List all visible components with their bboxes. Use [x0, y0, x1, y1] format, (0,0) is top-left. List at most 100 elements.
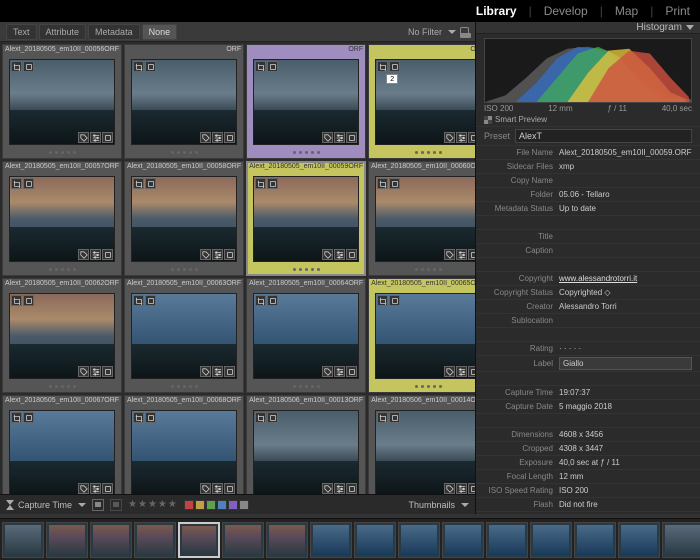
metadata-value[interactable]: Copyrighted ◇ [559, 288, 692, 297]
flag-reject-icon[interactable] [110, 499, 122, 511]
filmstrip-thumb[interactable] [486, 522, 528, 558]
filmstrip-thumb[interactable] [618, 522, 660, 558]
filter-text-button[interactable]: Text [6, 24, 37, 40]
filmstrip-thumb[interactable] [2, 522, 44, 558]
frame-icon [389, 295, 400, 306]
library-filter-bar: Text Attribute Metadata None No Filter [0, 22, 475, 42]
sort-dropdown[interactable]: Capture Time [6, 500, 86, 510]
module-library[interactable]: Library [476, 4, 517, 18]
thumbnail-cell[interactable]: ORF [246, 44, 366, 159]
metadata-value[interactable]: 4308 x 3447 [559, 444, 692, 453]
filmstrip-thumb[interactable] [310, 522, 352, 558]
thumbnail-cell[interactable]: Alext_20180505_em10II_00059ORF [246, 161, 366, 276]
module-develop[interactable]: Develop [544, 4, 588, 18]
metadata-value[interactable]: 40,0 sec at ƒ / 11 [559, 458, 692, 467]
metadata-row: Cropped4308 x 3447 [476, 441, 700, 455]
thumbnail-cell[interactable]: Alext_20180505_em10II_00065ORF [368, 278, 475, 393]
filmstrip-thumb[interactable] [222, 522, 264, 558]
filmstrip[interactable] [0, 518, 700, 560]
flag-pick-icon[interactable] [92, 499, 104, 511]
filter-preset-dropdown[interactable]: No Filter [408, 27, 469, 37]
metadata-value[interactable]: 12 mm [559, 472, 692, 481]
thumbnail-header: Alext_20180505_em10II_00063ORF [125, 279, 243, 291]
metadata-row: Copyright StatusCopyrighted ◇ [476, 285, 700, 299]
thumbnail-grid[interactable]: Alext_20180505_em10II_00056ORFORFORFORF2… [0, 42, 475, 494]
filmstrip-thumb[interactable] [134, 522, 176, 558]
adjust-icon [90, 249, 101, 260]
frame-icon [346, 366, 357, 377]
filmstrip-thumb[interactable] [662, 522, 700, 558]
histogram-panel-header[interactable]: Histogram [476, 22, 700, 34]
chevron-down-icon [461, 503, 469, 507]
filmstrip-thumb[interactable] [398, 522, 440, 558]
thumbnail-image [131, 176, 237, 262]
metadata-row: FlashDid not fire [476, 497, 700, 511]
crop-icon [133, 178, 144, 189]
metadata-value[interactable]: www.alessandrotorri.it [559, 274, 692, 283]
metadata-value[interactable]: Giallo [559, 357, 692, 370]
metadata-value[interactable]: Did not fire [559, 500, 692, 509]
thumbnail-cell[interactable]: Alext_20180506_em10II_00013ORF [246, 395, 366, 494]
view-mode-dropdown[interactable]: Thumbnails [408, 500, 469, 510]
module-map[interactable]: Map [615, 4, 638, 18]
metadata-value[interactable]: Up to date [559, 204, 692, 213]
metadata-link[interactable]: www.alessandrotorri.it [559, 274, 637, 283]
color-swatch[interactable] [239, 500, 249, 510]
grid-toolbar: Capture Time ★★★★★ Thumbnails [0, 494, 475, 514]
adjust-icon [90, 132, 101, 143]
color-swatch[interactable] [184, 500, 194, 510]
thumbnail-cell[interactable]: Alext_20180505_em10II_00062ORF [2, 278, 122, 393]
filmstrip-thumb[interactable] [266, 522, 308, 558]
filmstrip-thumb[interactable] [530, 522, 572, 558]
color-swatch[interactable] [206, 500, 216, 510]
metadata-value[interactable]: ISO 200 [559, 486, 692, 495]
preset-dropdown[interactable]: AlexT [515, 129, 692, 143]
filter-attribute-button[interactable]: Attribute [39, 24, 87, 40]
metadata-value[interactable]: · · · · · [559, 344, 692, 353]
filmstrip-thumb[interactable] [178, 522, 220, 558]
thumbnail-image [131, 410, 237, 494]
filmstrip-thumb[interactable] [354, 522, 396, 558]
thumbnail-cell[interactable]: Alext_20180505_em10II_00064ORF [246, 278, 366, 393]
filmstrip-thumb[interactable] [90, 522, 132, 558]
thumbnail-cell[interactable]: Alext_20180505_em10II_00057ORF [2, 161, 122, 276]
filmstrip-thumb[interactable] [574, 522, 616, 558]
lock-icon[interactable] [460, 27, 469, 36]
metadata-row [476, 327, 700, 341]
metadata-value[interactable]: 19:07:37 [559, 388, 692, 397]
thumbnail-image [253, 410, 359, 494]
metadata-value[interactable]: Alext_20180505_em10II_00059.ORF [559, 148, 692, 157]
thumbnail-footer [369, 263, 475, 275]
rating-stars[interactable]: ★★★★★ [128, 499, 178, 510]
crop-icon [255, 412, 266, 423]
thumbnail-cell[interactable]: Alext_20180506_em10II_00014ORF [368, 395, 475, 494]
frame-icon [346, 249, 357, 260]
color-swatch[interactable] [217, 500, 227, 510]
metadata-value[interactable]: 05.06 - Tellaro [559, 190, 692, 199]
metadata-row: Capture Time19:07:37 [476, 385, 700, 399]
thumbnail-cell[interactable]: Alext_20180505_em10II_00068ORF [124, 395, 244, 494]
module-picker: Library|Develop|Map|Print [0, 0, 700, 22]
histogram-canvas[interactable] [484, 38, 692, 103]
thumbnail-cell[interactable]: ORF2 [368, 44, 475, 159]
thumbnail-cell[interactable]: Alext_20180505_em10II_00056ORF [2, 44, 122, 159]
module-print[interactable]: Print [665, 4, 690, 18]
thumbnail-cell[interactable]: Alext_20180505_em10II_00058ORF [124, 161, 244, 276]
filter-none-button[interactable]: None [142, 24, 178, 40]
filter-metadata-button[interactable]: Metadata [88, 24, 140, 40]
thumbnail-cell[interactable]: Alext_20180505_em10II_00067ORF [2, 395, 122, 494]
metadata-value[interactable]: xmp [559, 162, 692, 171]
thumbnail-cell[interactable]: Alext_20180505_em10II_00063ORF [124, 278, 244, 393]
tag-icon [78, 132, 89, 143]
color-swatch[interactable] [195, 500, 205, 510]
color-swatch[interactable] [228, 500, 238, 510]
filmstrip-thumb[interactable] [442, 522, 484, 558]
thumbnail-cell[interactable]: ORF [124, 44, 244, 159]
frame-icon [224, 366, 235, 377]
metadata-value[interactable]: 5 maggio 2018 [559, 402, 692, 411]
frame-icon [267, 61, 278, 72]
metadata-value[interactable]: 4608 x 3456 [559, 430, 692, 439]
thumbnail-cell[interactable]: Alext_20180505_em10II_00060ORF [368, 161, 475, 276]
metadata-value[interactable]: Alessandro Torri [559, 302, 692, 311]
filmstrip-thumb[interactable] [46, 522, 88, 558]
